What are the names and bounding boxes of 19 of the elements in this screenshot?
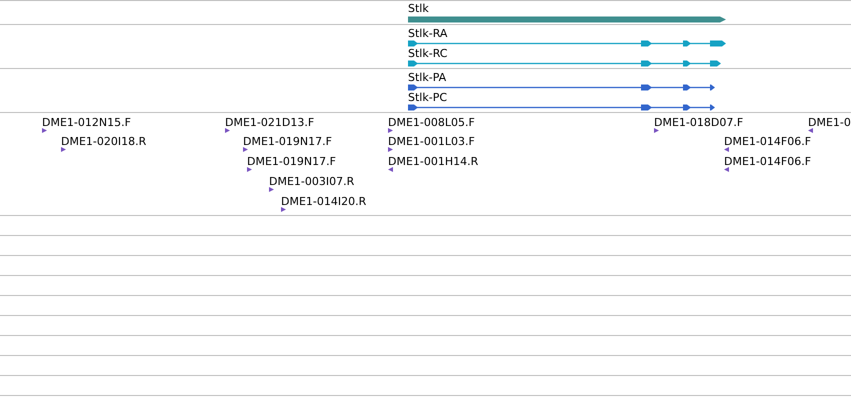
clone-label: DME1-001H14.R <box>388 155 478 168</box>
clone-label: DME1-003I07.R <box>269 175 354 188</box>
clone-label: DME1-018D07.F <box>654 116 744 129</box>
clone-label: DME1-019N17.F <box>247 155 336 168</box>
clone-label: DME1-019N17.F <box>243 135 332 148</box>
transcript-label: Stlk-PA <box>408 71 446 84</box>
transcript-label: Stlk-PC <box>408 91 448 104</box>
clone-label: DME1-014F06.F <box>724 155 812 168</box>
transcript-label: Stlk-RA <box>408 27 448 40</box>
clone-label: DME1-012N15.F <box>42 116 131 129</box>
clone-label: DME1-014I20.R <box>281 195 366 208</box>
clone-label: DME1-001L03.F <box>388 135 475 148</box>
gene-label: Stlk <box>408 2 429 15</box>
clone-label: DME1-020I18.R <box>61 135 146 148</box>
clone-label: DME1-021D13.F <box>225 116 314 129</box>
transcript-label: Stlk-RC <box>408 47 448 60</box>
clone-label: DME1-0 <box>808 116 851 129</box>
clone-label: DME1-008L05.F <box>388 116 475 129</box>
clone-label: DME1-014F06.F <box>724 135 812 148</box>
